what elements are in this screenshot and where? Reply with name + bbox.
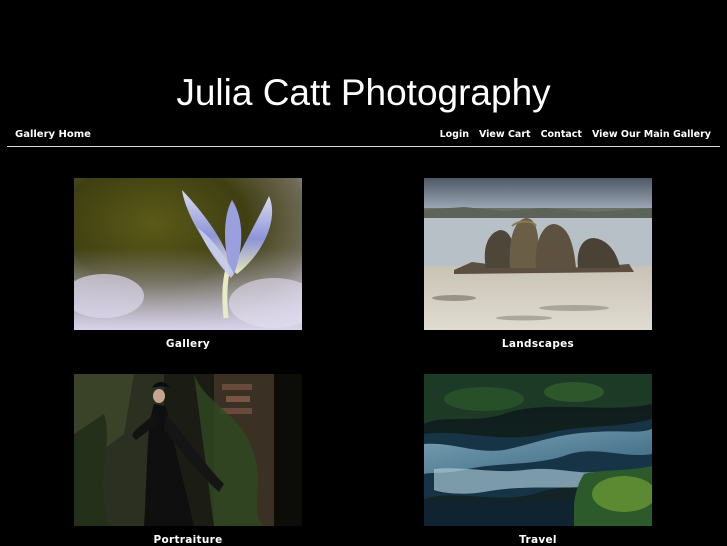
landscapes-caption[interactable]: Landscapes: [424, 338, 652, 350]
contact-link[interactable]: Contact: [541, 129, 582, 140]
top-nav: Login View Cart Contact View Our Main Ga…: [440, 129, 711, 140]
gallery-tile-travel[interactable]: Travel: [424, 374, 652, 546]
forest-waterfall-photo[interactable]: [424, 374, 652, 526]
travel-caption[interactable]: Travel: [424, 534, 652, 546]
coastal-rocks-photo[interactable]: [424, 178, 652, 330]
gallery-tile-landscapes[interactable]: Landscapes: [424, 178, 652, 350]
nav-divider: [7, 146, 720, 147]
gallery-tile-portraiture[interactable]: Portraiture: [74, 374, 302, 546]
view-cart-link[interactable]: View Cart: [479, 129, 531, 140]
main-gallery-link[interactable]: View Our Main Gallery: [592, 129, 711, 140]
gallery-caption[interactable]: Gallery: [74, 338, 302, 350]
site-title: Julia Catt Photography: [176, 72, 551, 113]
woman-in-black-gown-photo[interactable]: [74, 374, 302, 526]
portraiture-caption[interactable]: Portraiture: [74, 534, 302, 546]
login-link[interactable]: Login: [440, 129, 469, 140]
gallery-home-link[interactable]: Gallery Home: [15, 129, 91, 140]
gallery-tile-gallery[interactable]: Gallery: [74, 178, 302, 350]
crocus-flower-photo[interactable]: [74, 178, 302, 330]
